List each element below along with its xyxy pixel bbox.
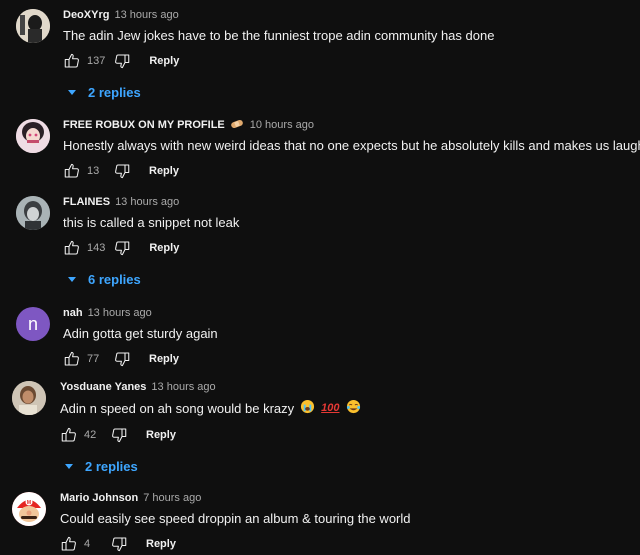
action-bar: 77 Reply xyxy=(63,348,640,370)
reply-button[interactable]: Reply xyxy=(149,353,179,365)
author-name[interactable]: Yosduane Yanes xyxy=(60,381,146,393)
dislike-button[interactable] xyxy=(113,162,131,180)
thumbs-down-icon xyxy=(113,52,131,70)
like-count: 77 xyxy=(87,353,100,365)
hundred-points-emoji-icon: 100 xyxy=(321,402,340,414)
thumbs-down-icon xyxy=(113,239,131,257)
comment-body: Mario Johnson 7 hours ago Could easily s… xyxy=(60,490,640,555)
reply-button[interactable]: Reply xyxy=(146,538,176,550)
avatar[interactable]: M xyxy=(12,492,46,526)
action-bar: 143 Reply xyxy=(63,237,640,259)
timestamp[interactable]: 13 hours ago xyxy=(115,196,179,208)
avatar[interactable]: n xyxy=(16,307,50,341)
dislike-button[interactable] xyxy=(110,535,128,553)
timestamp[interactable]: 13 hours ago xyxy=(114,9,178,21)
author-name[interactable]: FREE ROBUX ON MY PROFILE xyxy=(63,119,225,131)
author-name[interactable]: FLAINES xyxy=(63,196,110,208)
replies-label: 2 replies xyxy=(88,85,141,100)
thumbs-up-icon xyxy=(60,426,78,444)
like-count: 4 xyxy=(84,538,91,550)
dislike-button[interactable] xyxy=(113,52,131,70)
timestamp[interactable]: 13 hours ago xyxy=(88,307,152,319)
comment-body: FREE ROBUX ON MY PROFILE 10 hours ago Ho… xyxy=(63,117,640,182)
comment-text: Could easily see speed droppin an album … xyxy=(60,511,411,526)
dislike-button[interactable] xyxy=(110,426,128,444)
reply-button[interactable]: Reply xyxy=(146,429,176,441)
view-replies-button[interactable]: 2 replies xyxy=(60,459,640,474)
caret-down-icon xyxy=(68,90,76,95)
thumbs-up-icon xyxy=(63,350,81,368)
svg-text:M: M xyxy=(27,500,31,506)
view-replies-button[interactable]: 2 replies xyxy=(63,85,640,100)
bandage-emoji-icon xyxy=(230,116,244,134)
avatar-letter: n xyxy=(27,313,38,334)
timestamp[interactable]: 13 hours ago xyxy=(151,381,215,393)
comment-body: Yosduane Yanes 13 hours ago Adin n speed… xyxy=(60,379,640,474)
comment-text-content: Adin n speed on ah song would be krazy xyxy=(60,401,295,416)
avatar[interactable] xyxy=(16,9,50,43)
thumbs-up-icon xyxy=(60,535,78,553)
avatar[interactable] xyxy=(12,381,46,415)
action-bar: 4 Reply xyxy=(60,533,640,555)
thumbs-up-icon xyxy=(63,52,81,70)
reply-button[interactable]: Reply xyxy=(149,55,179,67)
thumbs-down-icon xyxy=(113,162,131,180)
replies-label: 2 replies xyxy=(85,459,138,474)
face-with-tears-of-joy-emoji-icon xyxy=(346,399,361,418)
thumbs-up-icon xyxy=(63,239,81,257)
comment-body: DeoXYrg 13 hours ago The adin Jew jokes … xyxy=(63,7,640,100)
reply-button[interactable]: Reply xyxy=(149,242,179,254)
thumbs-up-icon xyxy=(63,162,81,180)
action-bar: 13 Reply xyxy=(63,160,640,182)
replies-label: 6 replies xyxy=(88,272,141,287)
timestamp[interactable]: 7 hours ago xyxy=(143,492,201,504)
caret-down-icon xyxy=(68,277,76,282)
loudly-crying-face-emoji-icon xyxy=(300,399,315,418)
comment-text: this is called a snippet not leak xyxy=(63,215,240,230)
comment-text: Adin n speed on ah song would be krazy 1… xyxy=(60,399,640,418)
like-button[interactable] xyxy=(60,535,78,553)
action-bar: 137 Reply xyxy=(63,50,640,72)
action-bar: 42 Reply xyxy=(60,424,640,446)
dislike-button[interactable] xyxy=(113,239,131,257)
thumbs-down-icon xyxy=(113,350,131,368)
thumbs-down-icon xyxy=(110,535,128,553)
author-name[interactable]: DeoXYrg xyxy=(63,9,109,21)
like-count: 143 xyxy=(87,242,106,254)
comment-body: FLAINES 13 hours ago this is called a sn… xyxy=(63,194,640,287)
dislike-button[interactable] xyxy=(113,350,131,368)
comment-body: nah 13 hours ago Adin gotta get sturdy a… xyxy=(63,305,640,370)
like-count: 137 xyxy=(87,55,106,67)
comment-text: Honestly always with new weird ideas tha… xyxy=(63,138,640,153)
caret-down-icon xyxy=(65,464,73,469)
reply-button[interactable]: Reply xyxy=(149,165,179,177)
comment-text: Adin gotta get sturdy again xyxy=(63,326,218,341)
thumbs-down-icon xyxy=(110,426,128,444)
comment-text: The adin Jew jokes have to be the funnie… xyxy=(63,28,495,43)
author-name[interactable]: Mario Johnson xyxy=(60,492,138,504)
like-count: 42 xyxy=(84,429,97,441)
author-name[interactable]: nah xyxy=(63,307,83,319)
avatar[interactable] xyxy=(16,119,50,153)
like-button[interactable] xyxy=(63,162,81,180)
like-count: 13 xyxy=(87,165,100,177)
like-button[interactable] xyxy=(63,239,81,257)
like-button[interactable] xyxy=(63,52,81,70)
timestamp[interactable]: 10 hours ago xyxy=(250,119,314,131)
avatar[interactable] xyxy=(16,196,50,230)
like-button[interactable] xyxy=(63,350,81,368)
like-button[interactable] xyxy=(60,426,78,444)
view-replies-button[interactable]: 6 replies xyxy=(63,272,640,287)
